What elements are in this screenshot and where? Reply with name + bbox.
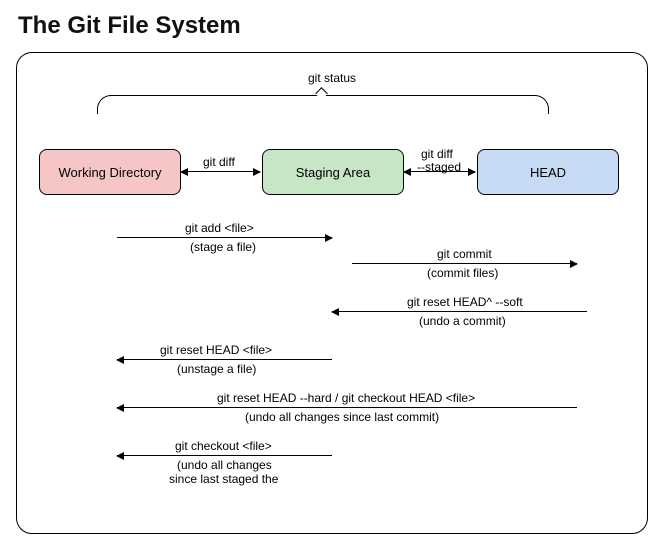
arrow-git-reset-soft [332, 311, 587, 312]
arrow-git-add [117, 237, 332, 238]
note-git-reset-hard: (undo all changes since last commit) [245, 410, 439, 424]
arrow-git-checkout [117, 455, 332, 456]
note-git-checkout-a: (undo all changes [177, 458, 272, 472]
label-git-add: git add <file> [185, 221, 254, 235]
note-git-commit: (commit files) [427, 266, 498, 280]
page-title: The Git File System [0, 0, 663, 48]
note-git-checkout-b: since last staged the [169, 472, 278, 486]
label-git-diff-staged-a: git diff [421, 147, 453, 161]
arrow-head-icon [180, 168, 188, 176]
arrow-head-icon [116, 452, 124, 460]
arrow-git-unstage [117, 359, 332, 360]
label-git-reset-hard: git reset HEAD --hard / git checkout HEA… [217, 391, 475, 405]
label-git-status: git status [17, 71, 647, 85]
label-git-checkout: git checkout <file> [175, 439, 272, 453]
arrow-head-icon [253, 168, 261, 176]
arrow-git-commit [352, 263, 577, 264]
arrow-working-staging [181, 171, 260, 172]
arrow-head-icon [403, 168, 411, 176]
label-git-commit: git commit [437, 247, 492, 261]
note-git-add: (stage a file) [190, 240, 256, 254]
diagram-frame: git status Working Directory Staging Are… [16, 52, 648, 534]
arrow-head-icon [331, 308, 339, 316]
box-staging-area: Staging Area [262, 149, 404, 195]
label-git-diff: git diff [203, 155, 235, 169]
label-git-reset-soft: git reset HEAD^ --soft [407, 295, 523, 309]
label-git-unstage: git reset HEAD <file> [160, 343, 272, 357]
arrow-git-reset-hard [117, 407, 577, 408]
arrow-head-icon [468, 168, 476, 176]
arrow-head-icon [570, 260, 578, 268]
note-git-unstage: (unstage a file) [177, 362, 256, 376]
box-working-directory: Working Directory [39, 149, 181, 195]
arrow-head-icon [116, 404, 124, 412]
arrow-head-icon [325, 234, 333, 242]
label-git-diff-staged-b: --staged [417, 160, 461, 174]
box-head: HEAD [477, 149, 619, 195]
note-git-reset-soft: (undo a commit) [419, 314, 506, 328]
arrow-head-icon [116, 356, 124, 364]
